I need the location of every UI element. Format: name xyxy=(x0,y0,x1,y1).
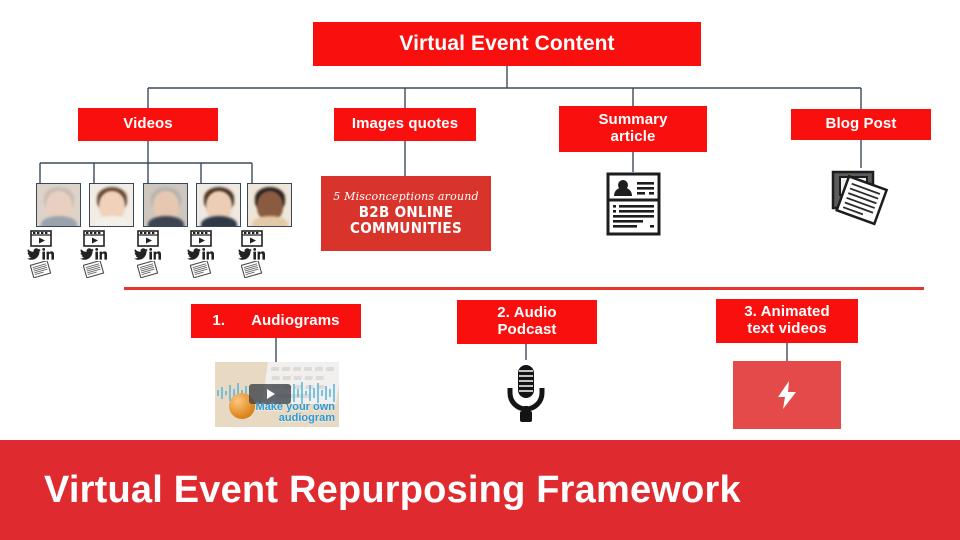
node-summary-article[interactable]: Summary article xyxy=(559,106,707,152)
node-audio-podcast-label-line2: Podcast xyxy=(497,321,557,338)
distribution-icon-stack xyxy=(125,230,170,278)
quote-image-card[interactable]: 5 Misconceptions around B2B ONLINE COMMU… xyxy=(321,176,491,251)
twitter-icon[interactable] xyxy=(80,248,94,260)
root-node-virtual-event-content[interactable]: Virtual Event Content xyxy=(313,22,701,66)
newspaper-icon[interactable] xyxy=(240,261,263,278)
node-blog-post-label: Blog Post xyxy=(825,115,897,133)
footer-banner-title: Virtual Event Repurposing Framework xyxy=(44,468,741,511)
linkedin-icon[interactable] xyxy=(42,248,54,260)
node-animated-text-videos-label-line2: text videos xyxy=(747,320,827,337)
newspaper-icon[interactable] xyxy=(29,261,52,278)
twitter-icon[interactable] xyxy=(27,248,41,260)
linkedin-icon[interactable] xyxy=(149,248,161,260)
node-audiograms[interactable]: 1. Audiograms xyxy=(191,304,361,338)
linkedin-icon[interactable] xyxy=(202,248,214,260)
twitter-icon[interactable] xyxy=(134,248,148,260)
node-animated-text-videos[interactable]: 3. Animated text videos xyxy=(716,299,858,343)
quote-card-headline-line2: COMMUNITIES xyxy=(350,219,462,237)
newspaper-icon[interactable] xyxy=(136,261,159,278)
section-divider xyxy=(124,287,924,290)
video-player-icon[interactable] xyxy=(189,230,212,247)
newspaper-icon[interactable] xyxy=(189,261,212,278)
social-icons xyxy=(18,248,63,260)
quote-card-script-line: 5 Misconceptions around xyxy=(333,190,479,204)
thumbnail-body xyxy=(147,216,184,226)
node-summary-article-label-line2: article xyxy=(610,128,656,145)
node-audiograms-number: 1. xyxy=(212,311,226,329)
distribution-icon-stack xyxy=(71,230,116,278)
audiogram-caption-line2: audiogram xyxy=(278,412,335,425)
video-thumbnail[interactable] xyxy=(143,183,188,227)
video-player-icon[interactable] xyxy=(29,230,52,247)
distribution-icon-stack xyxy=(18,230,63,278)
linkedin-icon[interactable] xyxy=(95,248,107,260)
social-icons xyxy=(125,248,170,260)
thumbnail-body xyxy=(93,216,130,226)
video-thumbnail[interactable] xyxy=(196,183,241,227)
article-document-icon[interactable] xyxy=(606,172,661,236)
newspaper-icon[interactable] xyxy=(82,261,105,278)
animated-text-video-thumbnail[interactable] xyxy=(733,361,841,429)
twitter-icon[interactable] xyxy=(187,248,201,260)
social-icons xyxy=(178,248,223,260)
node-summary-article-label-line1: Summary xyxy=(598,111,668,129)
video-thumbnail[interactable] xyxy=(89,183,134,227)
node-videos[interactable]: Videos xyxy=(78,108,218,141)
root-node-label: Virtual Event Content xyxy=(399,32,615,56)
node-animated-text-videos-label-line1: 3. Animated xyxy=(744,303,830,321)
audiogram-thumbnail[interactable]: Make your own audiogram xyxy=(215,362,339,427)
video-thumbnail[interactable] xyxy=(36,183,81,227)
linkedin-icon[interactable] xyxy=(253,248,265,260)
lightning-bolt-icon xyxy=(778,381,796,409)
node-images-quotes[interactable]: Images quotes xyxy=(334,108,476,141)
newspaper-stack-icon[interactable] xyxy=(827,168,893,230)
thumbnail-body xyxy=(40,216,77,226)
node-audio-podcast[interactable]: 2. Audio Podcast xyxy=(457,300,597,344)
play-triangle xyxy=(267,389,275,399)
node-images-quotes-label: Images quotes xyxy=(351,115,459,133)
video-thumbnail[interactable] xyxy=(247,183,292,227)
node-blog-post[interactable]: Blog Post xyxy=(791,109,931,140)
node-audiograms-label: Audiograms xyxy=(251,311,340,329)
video-player-icon[interactable] xyxy=(82,230,105,247)
audiogram-caption: Make your own audiogram xyxy=(255,400,335,425)
podcast-thumbnail[interactable] xyxy=(493,358,559,428)
microphone-icon[interactable] xyxy=(500,362,552,424)
node-videos-label: Videos xyxy=(123,115,173,133)
slide-canvas: Virtual Event Content Videos Images quot… xyxy=(0,0,960,540)
node-audio-podcast-label-line1: 2. Audio xyxy=(497,304,557,322)
video-thumbnail-row xyxy=(18,183,292,227)
social-icons xyxy=(71,248,116,260)
footer-banner: Virtual Event Repurposing Framework xyxy=(0,440,960,540)
twitter-icon[interactable] xyxy=(238,248,252,260)
thumbnail-body xyxy=(200,216,237,226)
video-player-icon[interactable] xyxy=(136,230,159,247)
thumbnail-body xyxy=(251,216,288,226)
social-icons xyxy=(229,248,274,260)
distribution-icon-stack xyxy=(229,230,274,278)
video-player-icon[interactable] xyxy=(240,230,263,247)
distribution-icon-stack xyxy=(178,230,223,278)
audiogram-caption-line1: Make your own xyxy=(255,400,335,413)
